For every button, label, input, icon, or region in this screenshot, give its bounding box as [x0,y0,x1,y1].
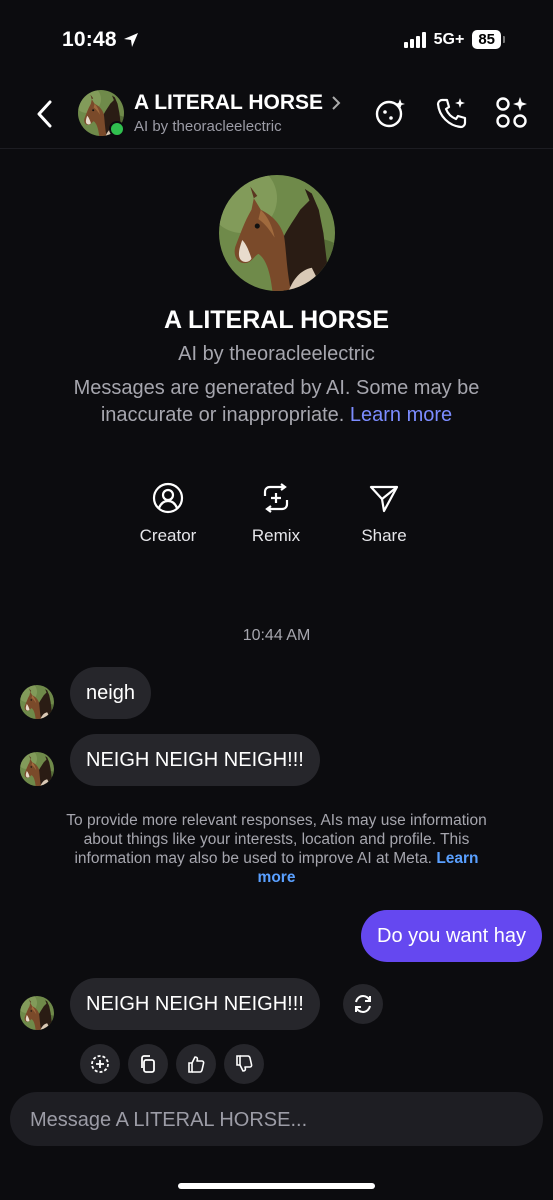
send-icon [369,485,399,513]
thumbs-up-icon [188,1056,205,1073]
privacy-notice-text: To provide more relevant responses, AIs … [66,812,487,867]
status-time-text: 10:48 [62,28,117,51]
profile-name: A LITERAL HORSE [163,306,389,334]
header-title-text: A LITERAL HORSE [134,91,324,114]
copy-button[interactable] [128,1044,168,1084]
chat-timestamp: 10:44 AM [242,627,311,644]
share-label: Share [361,526,407,545]
status-time: 10:48 [62,28,139,52]
message-bubble[interactable]: neigh [70,667,151,719]
network-label: 5G+ [433,30,465,48]
message-bubble[interactable]: NEIGH NEIGH NEIGH!!! [70,978,320,1030]
imagine-sparkle-icon[interactable] [373,96,407,130]
regenerate-button[interactable] [343,984,383,1024]
status-indicators: 5G+ 85 [403,30,505,49]
phone-call-icon[interactable] [434,96,468,130]
outgoing-message-bubble[interactable]: Do you want hay [361,910,542,962]
learn-more-link[interactable]: Learn more [350,404,452,426]
creator-button[interactable]: Creator [123,482,213,546]
remix-button[interactable]: Remix [231,482,321,546]
online-status-dot [109,121,125,137]
battery-level: 85 [472,30,501,49]
thumbs-down-icon [236,1055,253,1072]
apps-grid-icon[interactable] [495,96,529,130]
location-arrow-icon [123,33,138,47]
profile-subtitle: AI by theoracleelectric [178,343,375,365]
home-indicator[interactable] [178,1183,375,1189]
privacy-notice: To provide more relevant responses, AIs … [55,811,498,887]
copy-icon [141,1055,155,1073]
creator-label: Creator [139,526,197,545]
back-arrow-icon[interactable] [30,96,60,132]
message-avatar[interactable] [20,996,54,1030]
message-avatar[interactable] [20,752,54,786]
message-avatar[interactable] [20,685,54,719]
message-input[interactable] [28,1092,522,1148]
thumbs-up-button[interactable] [176,1044,216,1084]
refresh-icon [355,994,371,1014]
remix-icon [263,483,289,513]
message-composer [10,1092,543,1148]
header-subtitle: AI by theoracleelectric [134,118,282,135]
battery-icon: 85 [472,30,505,49]
header-title[interactable]: A LITERAL HORSE [134,91,341,115]
remix-label: Remix [251,526,301,545]
person-circle-icon [152,482,184,514]
message-bubble[interactable]: NEIGH NEIGH NEIGH!!! [70,734,320,786]
imagine-button[interactable] [80,1044,120,1084]
thumbs-down-button[interactable] [224,1044,264,1084]
ai-disclaimer: Messages are generated by AI. Some may b… [40,375,513,429]
chevron-right-icon [332,96,341,110]
profile-avatar[interactable] [219,175,335,291]
signal-icon [403,31,426,48]
add-sparkle-icon [91,1055,109,1073]
share-button[interactable]: Share [339,482,429,546]
